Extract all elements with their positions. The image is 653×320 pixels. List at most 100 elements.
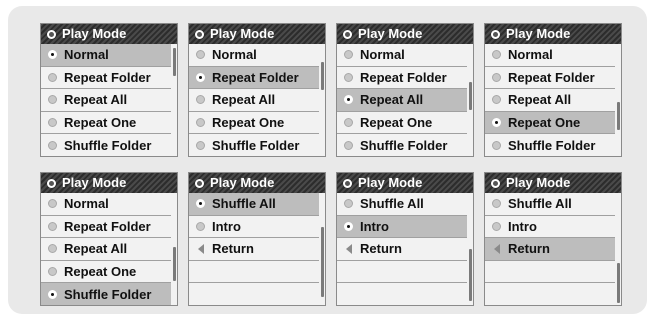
radio-selected-icon xyxy=(196,72,205,82)
scrollbar[interactable] xyxy=(617,102,620,130)
scrollbar[interactable] xyxy=(321,62,324,90)
menu-item-shuffle-folder[interactable]: Shuffle Folder xyxy=(41,134,171,156)
menu-item-shuffle-folder[interactable]: Shuffle Folder xyxy=(337,134,467,156)
menu-item-shuffle-all[interactable]: Shuffle All xyxy=(485,193,615,216)
menu-item-repeat-one[interactable]: Repeat One xyxy=(485,111,615,135)
empty-row xyxy=(337,283,467,305)
radio-dot-icon xyxy=(195,178,204,188)
play-mode-panel: Play Mode Normal Repeat Folder Repeat Al… xyxy=(40,23,178,157)
radio-button-icon xyxy=(196,221,205,231)
radio-dot-icon xyxy=(343,29,352,39)
menu-item-repeat-all[interactable]: Repeat All xyxy=(189,89,319,112)
radio-button-icon xyxy=(344,140,353,150)
menu-item-label: Shuffle All xyxy=(360,196,424,212)
radio-button-icon xyxy=(492,50,501,60)
panel-title-bar: Play Mode xyxy=(337,24,473,44)
radio-button-icon xyxy=(492,72,501,82)
menu-item-repeat-one[interactable]: Repeat One xyxy=(337,112,467,135)
panel-title-bar: Play Mode xyxy=(41,24,177,44)
menu-item-repeat-folder[interactable]: Repeat Folder xyxy=(485,67,615,90)
play-mode-panel: Play Mode Normal Repeat Folder Repeat Al… xyxy=(188,23,326,157)
menu-item-label: Return xyxy=(212,241,254,257)
menu-item-repeat-folder[interactable]: Repeat Folder xyxy=(41,216,171,239)
scrollbar[interactable] xyxy=(321,227,324,297)
menu-item-normal[interactable]: Normal xyxy=(189,44,319,67)
menu-item-shuffle-folder[interactable]: Shuffle Folder xyxy=(189,134,319,156)
menu-item-label: Intro xyxy=(212,218,241,234)
menu-item-label: Repeat All xyxy=(212,92,276,108)
menu-item-label: Return xyxy=(508,241,550,257)
menu-item-normal[interactable]: Normal xyxy=(41,44,171,67)
scrollbar[interactable] xyxy=(617,263,620,303)
menu-item-repeat-folder[interactable]: Repeat Folder xyxy=(189,66,319,90)
menu-item-shuffle-all[interactable]: Shuffle All xyxy=(337,193,467,216)
play-mode-panel: Play Mode Shuffle All Intro Return xyxy=(188,172,326,306)
menu-item-shuffle-all[interactable]: Shuffle All xyxy=(189,193,319,216)
panel-title-bar: Play Mode xyxy=(41,173,177,193)
menu-item-label: Repeat All xyxy=(360,92,424,108)
menu-item-normal[interactable]: Normal xyxy=(337,44,467,67)
panel-title-bar: Play Mode xyxy=(189,24,325,44)
menu-item-repeat-folder[interactable]: Repeat Folder xyxy=(41,67,171,90)
radio-button-icon xyxy=(48,267,57,277)
menu-item-return[interactable]: Return xyxy=(485,238,615,261)
radio-dot-icon xyxy=(343,178,352,188)
radio-button-icon xyxy=(48,221,57,231)
radio-selected-icon xyxy=(492,118,501,128)
radio-button-icon xyxy=(48,118,57,128)
play-mode-panel: Play Mode Shuffle All Intro Return xyxy=(484,172,622,306)
panel-title-bar: Play Mode xyxy=(485,24,621,44)
menu-item-label: Shuffle All xyxy=(212,196,276,212)
menu-item-label: Repeat Folder xyxy=(360,69,447,85)
radio-selected-icon xyxy=(48,50,57,60)
play-mode-panel: Play Mode Normal Repeat Folder Repeat Al… xyxy=(40,172,178,306)
menu-item-label: Intro xyxy=(360,218,389,234)
menu-item-label: Repeat Folder xyxy=(212,69,299,85)
radio-dot-icon xyxy=(47,29,56,39)
empty-row xyxy=(189,261,319,284)
menu-item-shuffle-folder[interactable]: Shuffle Folder xyxy=(41,283,171,305)
menu-item-intro[interactable]: Intro xyxy=(485,216,615,239)
menu-item-normal[interactable]: Normal xyxy=(41,193,171,216)
menu-item-label: Repeat One xyxy=(64,115,137,131)
panel-title-bar: Play Mode xyxy=(337,173,473,193)
radio-button-icon xyxy=(48,140,57,150)
menu-item-label: Normal xyxy=(212,47,257,63)
menu-item-repeat-all[interactable]: Repeat All xyxy=(41,89,171,112)
menu-item-repeat-all[interactable]: Repeat All xyxy=(337,89,467,112)
menu-item-normal[interactable]: Normal xyxy=(485,44,615,67)
menu-item-repeat-folder[interactable]: Repeat Folder xyxy=(337,67,467,90)
menu-item-repeat-one[interactable]: Repeat One xyxy=(41,261,171,284)
menu-item-label: Normal xyxy=(64,47,109,63)
menu-item-repeat-one[interactable]: Repeat One xyxy=(189,112,319,135)
panel-title: Play Mode xyxy=(210,26,275,41)
menu-item-repeat-all[interactable]: Repeat All xyxy=(485,89,615,112)
radio-dot-icon xyxy=(47,178,56,188)
panel-title: Play Mode xyxy=(210,175,275,190)
menu-item-label: Repeat Folder xyxy=(64,69,151,85)
menu-item-repeat-all[interactable]: Repeat All xyxy=(41,238,171,261)
radio-button-icon xyxy=(48,95,57,105)
radio-button-icon xyxy=(48,199,57,209)
menu-item-return[interactable]: Return xyxy=(189,238,319,261)
menu-item-label: Shuffle Folder xyxy=(212,137,300,153)
scrollbar[interactable] xyxy=(469,249,472,301)
panel-title-bar: Play Mode xyxy=(189,173,325,193)
radio-button-icon xyxy=(344,118,353,128)
scrollbar[interactable] xyxy=(173,48,176,76)
panel-title: Play Mode xyxy=(506,175,571,190)
radio-button-icon xyxy=(492,221,501,231)
menu-item-repeat-one[interactable]: Repeat One xyxy=(41,112,171,135)
radio-dot-icon xyxy=(491,178,500,188)
scrollbar[interactable] xyxy=(469,82,472,110)
scrollbar[interactable] xyxy=(173,247,176,281)
menu-item-label: Normal xyxy=(508,47,553,63)
menu-item-intro[interactable]: Intro xyxy=(189,216,319,239)
panel-title: Play Mode xyxy=(506,26,571,41)
menu-item-return[interactable]: Return xyxy=(337,238,467,261)
menu-item-shuffle-folder[interactable]: Shuffle Folder xyxy=(485,134,615,156)
play-mode-panel: Play Mode Normal Repeat Folder Repeat Al… xyxy=(336,23,474,157)
radio-button-icon xyxy=(492,95,501,105)
menu-item-intro[interactable]: Intro xyxy=(337,215,467,239)
back-arrow-icon xyxy=(198,243,204,254)
